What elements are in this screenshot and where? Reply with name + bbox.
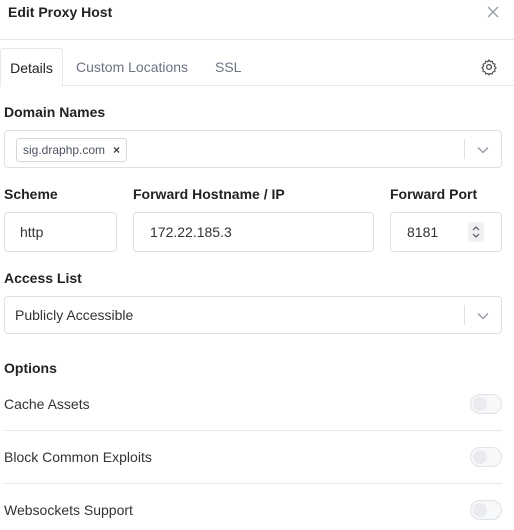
- tab-ssl[interactable]: SSL: [215, 48, 241, 86]
- close-icon[interactable]: [486, 5, 500, 19]
- websockets-toggle[interactable]: [470, 500, 502, 520]
- toggle-knob: [473, 397, 487, 411]
- domain-names-label: Domain Names: [4, 104, 106, 120]
- forward-port-label: Forward Port: [390, 186, 478, 202]
- tab-details[interactable]: Details: [0, 48, 63, 87]
- select-divider: [464, 139, 465, 159]
- gear-icon[interactable]: [480, 58, 498, 76]
- chip-remove-icon[interactable]: ×: [113, 143, 120, 157]
- toggle-knob: [473, 450, 487, 464]
- cache-assets-toggle[interactable]: [470, 394, 502, 414]
- option-divider: [4, 430, 502, 431]
- modal-title: Edit Proxy Host: [8, 4, 113, 20]
- scheme-value: http: [20, 224, 44, 240]
- forward-hostname-value: 172.22.185.3: [150, 224, 232, 240]
- access-list-value: Publicly Accessible: [15, 307, 134, 323]
- port-stepper[interactable]: [468, 222, 484, 242]
- forward-hostname-label: Forward Hostname / IP: [133, 186, 285, 202]
- modal-header: Edit Proxy Host: [0, 0, 514, 40]
- scheme-label: Scheme: [4, 186, 58, 202]
- access-list-label: Access List: [4, 270, 82, 286]
- toggle-knob: [473, 503, 487, 517]
- select-divider: [464, 305, 465, 325]
- option-divider: [4, 483, 502, 484]
- option-cache-assets-label: Cache Assets: [4, 396, 90, 412]
- tab-bar: Details Custom Locations SSL: [0, 48, 514, 87]
- domain-chip: sig.draphp.com ×: [16, 138, 128, 162]
- forward-port-value: 8181: [407, 224, 439, 240]
- domain-chip-label: sig.draphp.com: [23, 143, 106, 157]
- option-block-exploits-label: Block Common Exploits: [4, 449, 152, 465]
- options-label: Options: [4, 360, 57, 376]
- chevron-down-icon[interactable]: [477, 312, 489, 320]
- block-exploits-toggle[interactable]: [470, 447, 502, 467]
- chevron-down-icon[interactable]: [477, 146, 489, 154]
- option-websockets-label: Websockets Support: [4, 502, 133, 518]
- tab-custom-locations[interactable]: Custom Locations: [76, 48, 188, 86]
- stepper-arrows-icon: [472, 226, 480, 238]
